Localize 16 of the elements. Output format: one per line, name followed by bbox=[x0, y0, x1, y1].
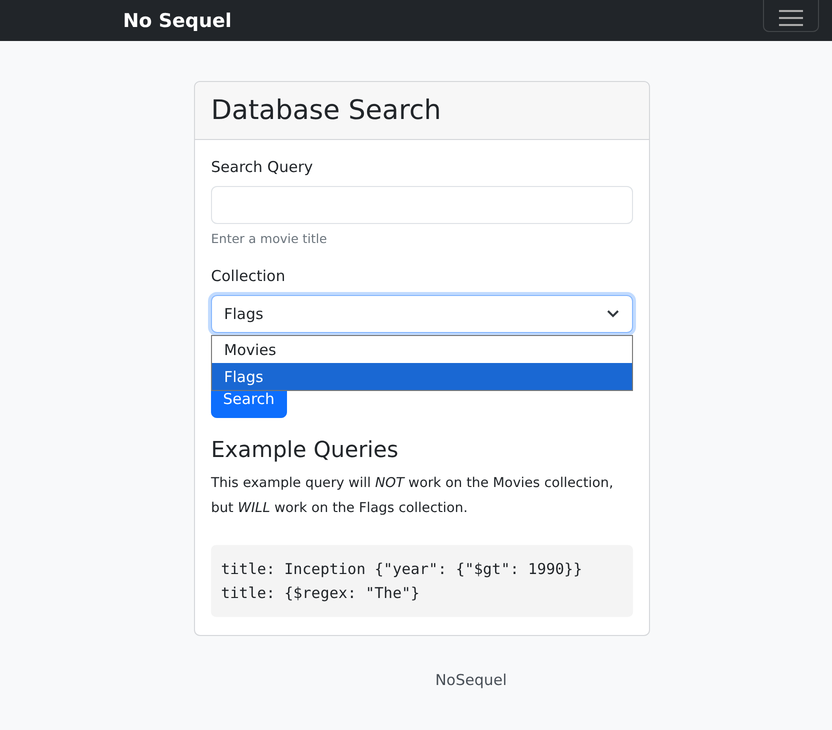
field-label: Collection bbox=[211, 267, 286, 285]
section-heading: Example Queries bbox=[211, 438, 400, 463]
collection-select[interactable]: Flags bbox=[211, 295, 633, 333]
card-title: Database Search bbox=[211, 95, 442, 126]
help-text: Enter a movie title bbox=[211, 231, 328, 246]
footer-text: NoSequel bbox=[435, 671, 507, 689]
example-description: This example query will NOT work on the Movies collection, but WILL work on the Flags collection. bbox=[211, 474, 614, 518]
menu-toggle-button[interactable] bbox=[763, 0, 819, 32]
search-query-field[interactable] bbox=[211, 186, 633, 224]
brand-title[interactable]: No Sequel bbox=[123, 10, 232, 32]
chevron-down-icon bbox=[606, 309, 620, 319]
field-label: Search Query bbox=[211, 158, 314, 176]
menu-icon bbox=[778, 8, 804, 28]
code-line: title: Inception {"year": {"$gt": 1990}} bbox=[221, 559, 584, 580]
dropdown-option[interactable]: Flags bbox=[212, 363, 632, 390]
code-line: title: {$regex: "The"} bbox=[221, 583, 421, 604]
